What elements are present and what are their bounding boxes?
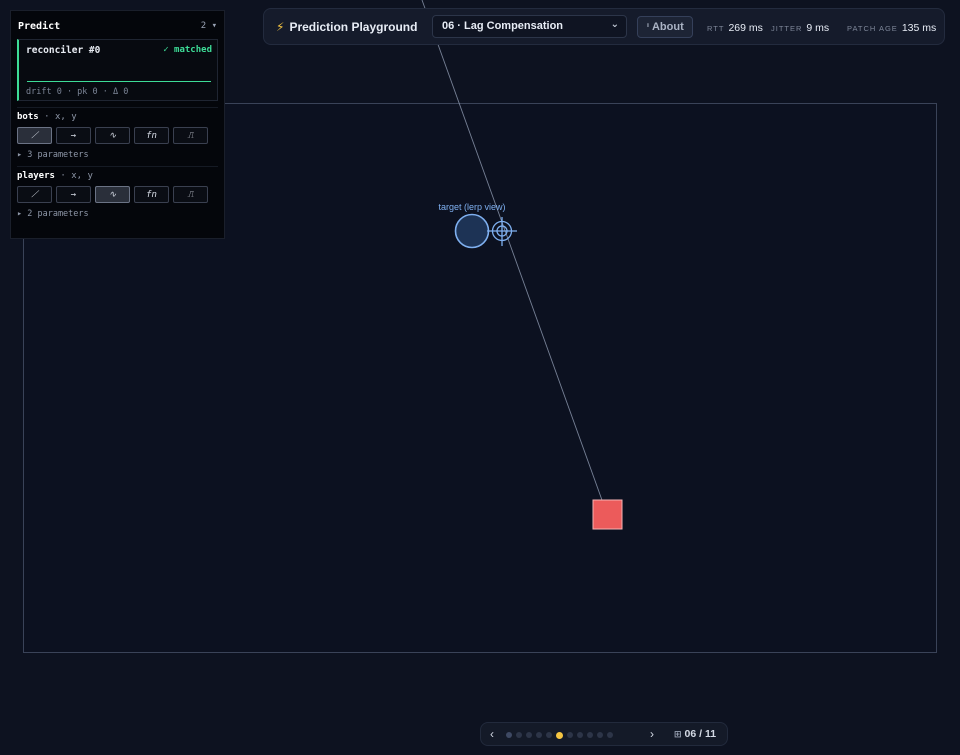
- trace-line: [421, 0, 608, 515]
- scenario-counter: ⊞ 06 / 11: [674, 728, 716, 740]
- parameters-toggle[interactable]: ▸ 2 parameters: [17, 209, 218, 219]
- jitter-stat: JITTER 9 ms: [771, 22, 829, 34]
- top-toolbar: ⚡ Prediction Playground 06 · Lag Compensa…: [263, 8, 945, 45]
- mode-buttons: ⟋ → ∿ fn ⎍: [17, 127, 218, 144]
- reconciler-stats: drift 0 · pk 0 · Δ 0: [26, 87, 129, 97]
- wave-icon: ∿: [108, 130, 117, 141]
- scenario-dot-8[interactable]: [577, 732, 583, 738]
- scenario-dots: [506, 731, 613, 739]
- app-title: ⚡ Prediction Playground: [276, 20, 417, 34]
- predict-count-toggle[interactable]: 2 ▾: [201, 21, 217, 31]
- predict-title: Predict: [18, 20, 61, 32]
- target-entity[interactable]: [454, 213, 490, 249]
- rtt-label: RTT: [707, 24, 725, 33]
- group-header: bots · x, y: [17, 112, 218, 124]
- group-name: bots: [17, 112, 39, 122]
- jitter-label: JITTER: [771, 24, 803, 33]
- info-icon: ⁱ: [647, 22, 649, 32]
- scenario-dot-11[interactable]: [607, 732, 613, 738]
- group-header: players · x, y: [17, 171, 218, 183]
- about-button[interactable]: ⁱ About: [637, 16, 693, 38]
- jitter-value: 9 ms: [806, 22, 830, 34]
- reconciler-name: reconciler #0: [26, 45, 101, 56]
- predict-panel: Predict 2 ▾ reconciler #0 ✓ matched drif…: [10, 10, 225, 239]
- function-icon: fn: [146, 189, 157, 200]
- patch-age-label: PATCH AGE: [847, 24, 898, 33]
- scenario-dot-5[interactable]: [546, 732, 552, 738]
- linear-icon: ⟋: [31, 130, 38, 141]
- rtt-stat: RTT 269 ms: [707, 22, 763, 34]
- crosshair-icon: [487, 217, 517, 246]
- scenario-select[interactable]: 06 · Lag Compensation ⌄: [432, 15, 627, 38]
- scenario-dot-6[interactable]: [556, 731, 563, 739]
- mode-step-button[interactable]: ⎍: [173, 186, 208, 203]
- scenario-dot-10[interactable]: [597, 732, 603, 738]
- next-scenario-button[interactable]: ›: [650, 727, 654, 741]
- scenario-value: 06 · Lag Compensation: [442, 20, 564, 32]
- group-fields: · x, y: [60, 171, 93, 181]
- mode-linear-button[interactable]: ⟋: [17, 127, 52, 144]
- reconciler-status: ✓ matched: [163, 45, 212, 55]
- about-label: About: [651, 21, 684, 33]
- patch-age-value: 135 ms: [901, 22, 937, 34]
- reconciler-drift-bar: [27, 81, 211, 82]
- mode-wave-button[interactable]: ∿: [95, 186, 130, 203]
- arrow-right-icon: →: [70, 130, 77, 141]
- wave-icon: ∿: [108, 189, 117, 200]
- mode-linear-button[interactable]: ⟋: [17, 186, 52, 203]
- scenario-counter-text: 06 / 11: [684, 728, 717, 740]
- mode-buttons: ⟋ → ∿ fn ⎍: [17, 186, 218, 203]
- rtt-value: 269 ms: [728, 22, 763, 34]
- arrow-right-icon: →: [70, 189, 77, 200]
- scenario-dot-3[interactable]: [526, 732, 532, 738]
- predict-header: Predict 2 ▾: [11, 11, 224, 35]
- app-title-text: Prediction Playground: [289, 20, 418, 34]
- scenario-dot-4[interactable]: [536, 732, 542, 738]
- grid-icon: ⊞: [674, 729, 682, 739]
- scenario-dot-9[interactable]: [587, 732, 593, 738]
- group-name: players: [17, 171, 55, 181]
- linear-icon: ⟋: [31, 189, 38, 200]
- step-icon: ⎍: [187, 189, 194, 200]
- function-icon: fn: [146, 130, 157, 141]
- predict-group-bots: bots · x, y ⟋ → ∿ fn ⎍ ▸ 3 parameters: [17, 107, 218, 160]
- prev-scenario-button[interactable]: ‹: [490, 727, 494, 741]
- reconciler-card[interactable]: reconciler #0 ✓ matched drift 0 · pk 0 ·…: [17, 39, 218, 101]
- parameters-toggle[interactable]: ▸ 3 parameters: [17, 150, 218, 160]
- mode-arrow-button[interactable]: →: [56, 127, 91, 144]
- target-label: target (lerp view): [438, 202, 505, 212]
- lightning-icon: ⚡: [276, 20, 285, 34]
- mode-wave-button[interactable]: ∿: [95, 127, 130, 144]
- mode-function-button[interactable]: fn: [134, 186, 169, 203]
- scenario-dot-2[interactable]: [516, 732, 522, 738]
- mode-function-button[interactable]: fn: [134, 127, 169, 144]
- group-fields: · x, y: [44, 112, 77, 122]
- chevron-down-icon: ⌄: [610, 19, 619, 30]
- player-entity[interactable]: [592, 499, 623, 530]
- scenario-pager: ‹ › ⊞ 06 / 11: [480, 722, 728, 746]
- mode-arrow-button[interactable]: →: [56, 186, 91, 203]
- patch-age-stat: PATCH AGE 135 ms: [847, 22, 936, 34]
- scenario-dot-1[interactable]: [506, 732, 512, 738]
- mode-step-button[interactable]: ⎍: [173, 127, 208, 144]
- prediction-playground-app: target (lerp view) Predict 2 ▾ reconcile…: [0, 0, 960, 755]
- step-icon: ⎍: [187, 130, 194, 141]
- predict-group-players: players · x, y ⟋ → ∿ fn ⎍ ▸ 2 parameters: [17, 166, 218, 219]
- scenario-dot-7[interactable]: [567, 732, 573, 738]
